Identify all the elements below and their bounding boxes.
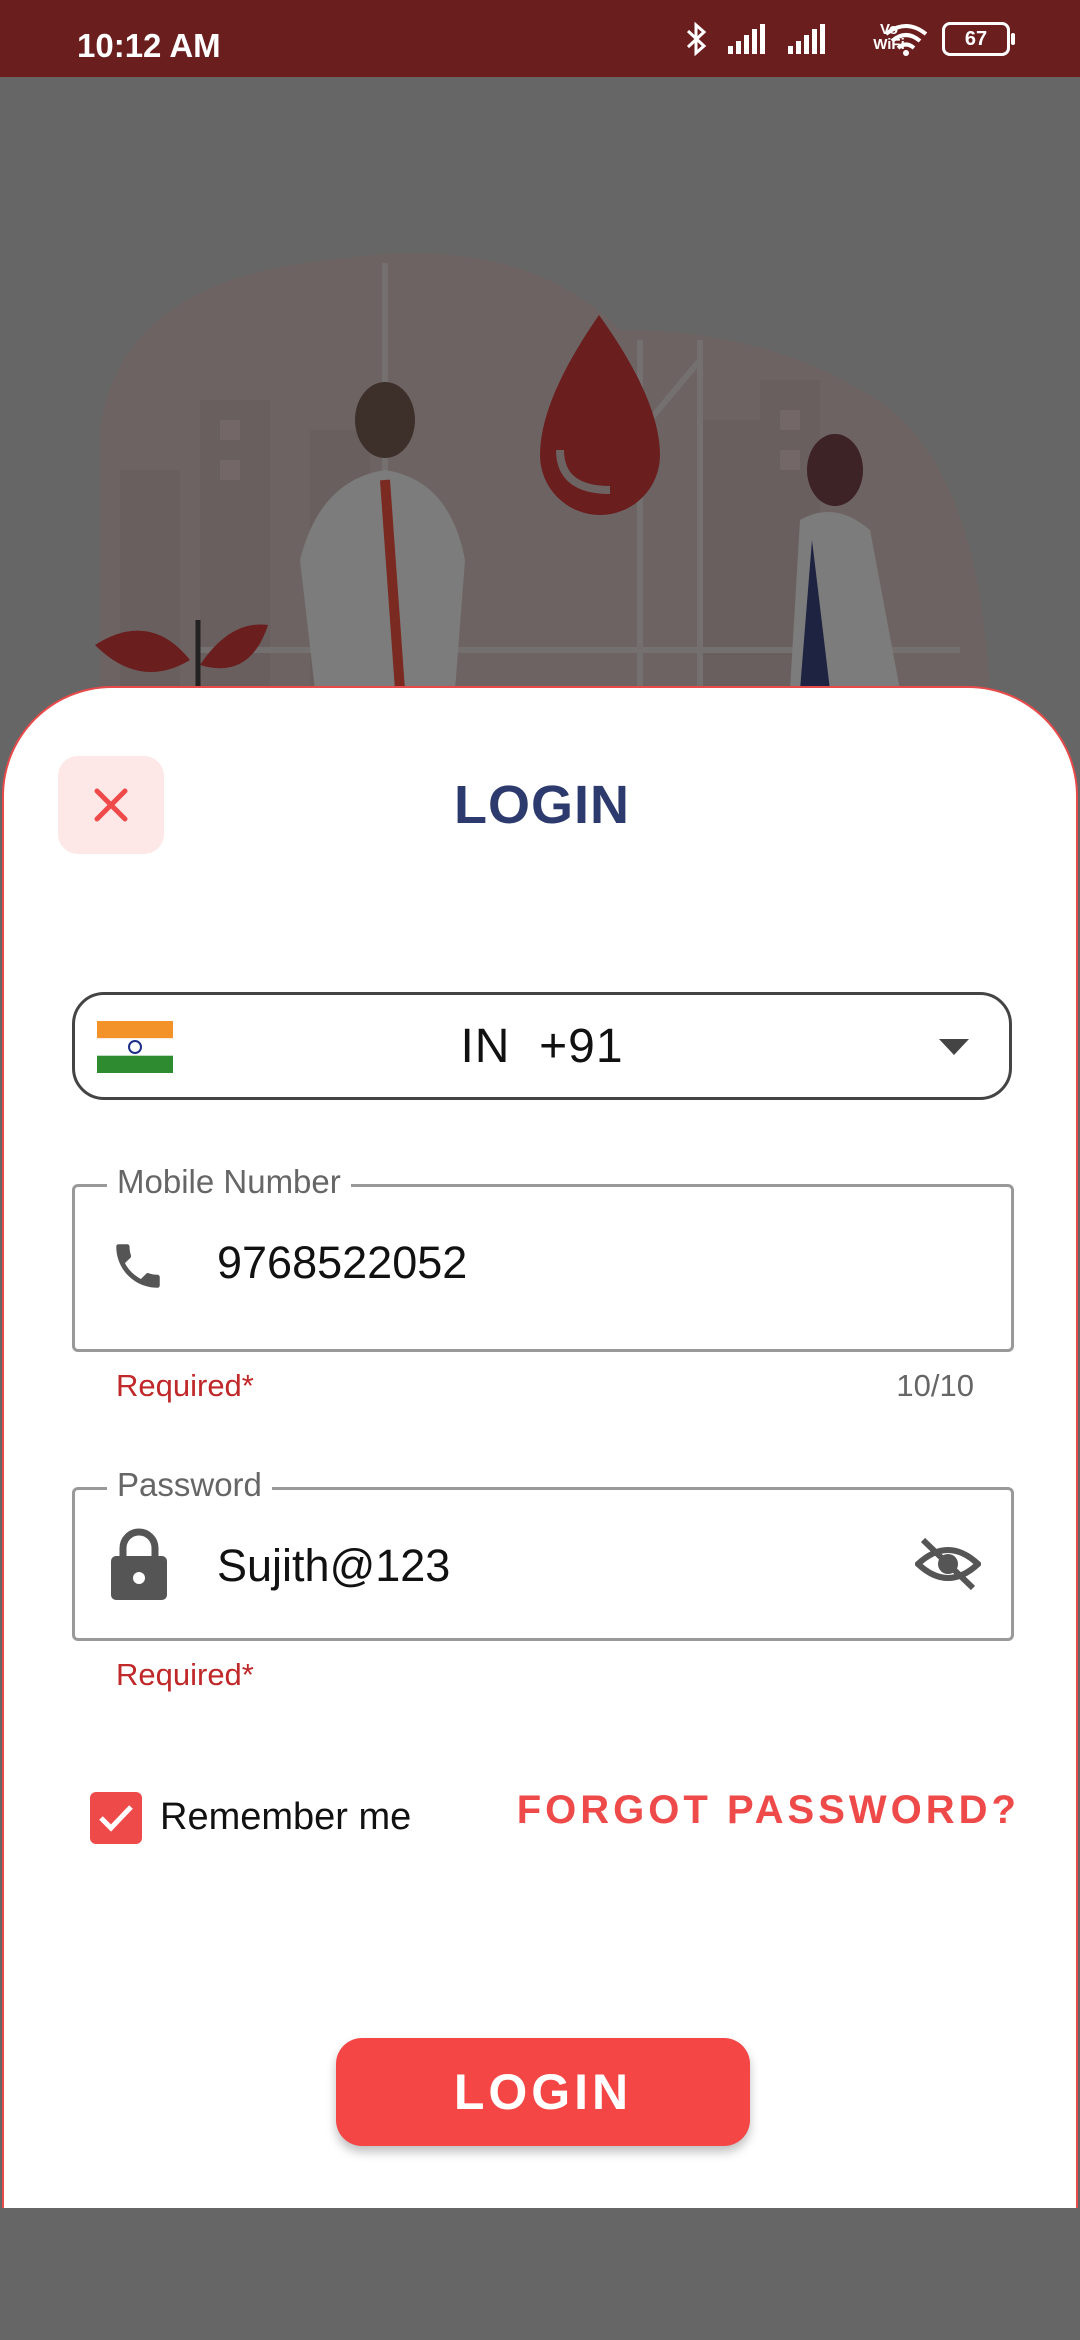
navigation-bar <box>0 2208 1080 2340</box>
status-bar: 10:12 AM Vo WiFi 67 <box>0 0 1080 77</box>
mobile-number-field[interactable]: Mobile Number 9768522052 <box>72 1163 1014 1352</box>
remember-me-checkbox[interactable] <box>90 1792 142 1844</box>
country-code: IN <box>460 1020 511 1073</box>
country-code-label: IN +91 <box>75 1019 1009 1074</box>
login-sheet: LOGIN IN +91 Mobile Number 9768522052 Re… <box>2 686 1078 2208</box>
country-code-selector[interactable]: IN +91 <box>72 992 1012 1100</box>
mobile-number-input[interactable]: 9768522052 <box>217 1237 467 1289</box>
login-button[interactable]: LOGIN <box>336 2038 750 2146</box>
wifi-icon <box>884 24 928 56</box>
phone-icon <box>116 1244 160 1288</box>
lock-icon <box>111 1528 167 1600</box>
dropdown-arrow-icon <box>939 1039 969 1055</box>
forgot-password-link[interactable]: FORGOT PASSWORD? <box>517 1788 1020 1833</box>
mobile-char-counter: 10/10 <box>896 1368 974 1403</box>
checkmark-icon <box>99 1805 133 1832</box>
bluetooth-icon <box>686 22 707 56</box>
header-illustration <box>95 253 990 697</box>
sheet-title: LOGIN <box>454 775 630 835</box>
visibility-off-icon[interactable] <box>915 1536 981 1592</box>
status-time: 10:12 AM <box>77 27 221 64</box>
battery-icon: 67 <box>942 22 1015 56</box>
signal-icon-2 <box>788 24 825 54</box>
mobile-required-text: Required* <box>116 1368 254 1403</box>
password-input[interactable]: Sujith@123 <box>217 1540 450 1592</box>
password-required-text: Required* <box>116 1657 254 1692</box>
password-label: Password <box>107 1466 272 1504</box>
password-field[interactable]: Password Sujith@123 <box>72 1466 1014 1641</box>
remember-me-label[interactable]: Remember me <box>160 1796 411 1839</box>
mobile-number-label: Mobile Number <box>107 1163 351 1201</box>
signal-icon <box>728 24 765 54</box>
dial-code: +91 <box>539 1020 624 1073</box>
